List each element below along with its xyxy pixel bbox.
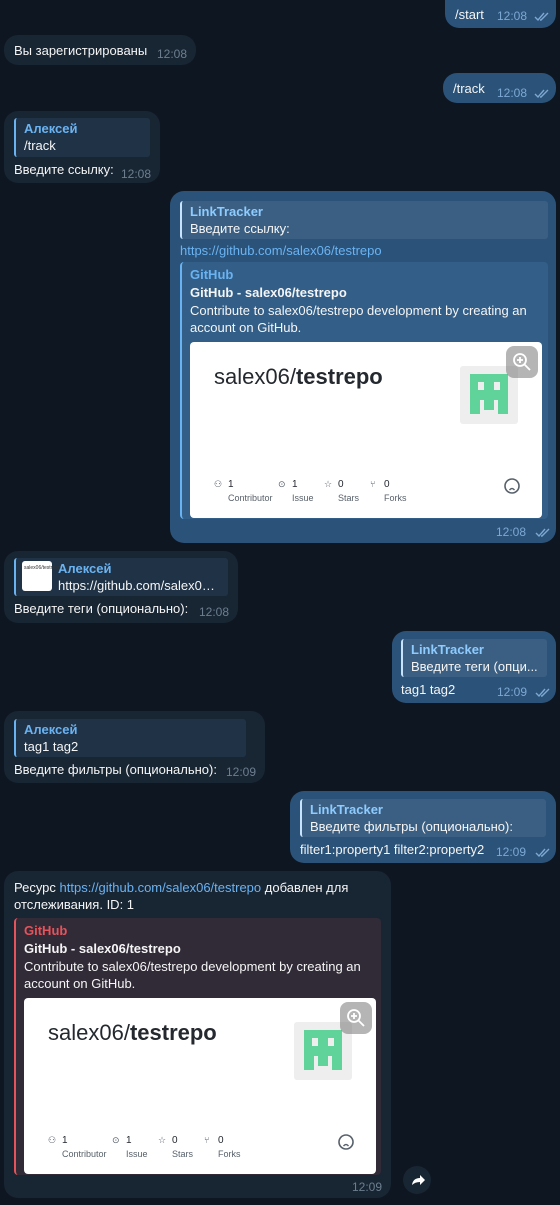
reply-text: Введите теги (опци... [411,659,538,674]
reply-author: Алексей [24,121,78,136]
reply-quote[interactable]: LinkTracker Введите теги (опци... [401,639,547,677]
reply-text: /track [24,138,56,153]
preview-title: GitHub - salex06/testrepo [24,941,181,956]
preview-site-name: GitHub [190,267,234,282]
message-time: 12:09 [226,765,257,779]
zoom-icon[interactable] [340,1002,372,1034]
fork-icon: ⑂ [370,479,376,489]
read-ticks-icon [534,89,549,99]
message-tags[interactable]: LinkTracker Введите теги (опци... tag1 t… [392,631,556,703]
message-time: 12:08 [121,167,152,181]
stat-issues: ⊙ 1 Issue [278,479,314,503]
message-text: /track [453,81,485,96]
message-text-line2: отслеживания. ID: 1 [14,897,135,912]
read-ticks-icon [534,12,549,22]
message-registered[interactable]: Вы зарегистрированы 12:08 [4,35,196,65]
github-icon [504,478,520,494]
card-repo-name: salex06/testrepo [48,1020,217,1045]
reply-quote[interactable]: LinkTracker Введите ссылку: [180,201,548,239]
reply-author: Алексей [58,561,112,576]
reply-quote[interactable]: LinkTracker Введите фильтры (опционально… [300,799,546,837]
message-resource-added[interactable]: Ресурс https://github.com/salex06/testre… [4,871,391,1198]
stat-issues: ⊙ 1 Issue [112,1135,148,1159]
preview-title: GitHub - salex06/testrepo [190,285,347,300]
message-time: 12:09 [497,685,528,699]
message-text: Введите теги (опционально): [14,601,189,616]
people-icon: ⚇ [214,479,223,489]
reply-quote[interactable]: Алексей /track [14,118,150,157]
card-repo-name: salex06/testrepo [214,364,383,389]
stat-contributors: ⚇ 1 Contributor [48,1135,107,1159]
stat-stars: ☆ 0 Stars [324,479,360,503]
stat-forks: ⑂ 0 Forks [204,1135,241,1159]
people-icon: ⚇ [48,1135,57,1145]
reply-author: LinkTracker [411,642,484,657]
stat-contributors: ⚇ 1 Contributor [214,479,273,503]
message-enter-link[interactable]: Алексей /track Введите ссылку: 12:08 [4,111,160,183]
issue-icon: ⊙ [278,479,286,489]
stat-forks: ⑂ 0 Forks [370,479,407,503]
link-preview[interactable]: GitHub GitHub - salex06/testrepo Contrib… [14,918,381,1175]
message-text: /start [455,7,484,22]
reply-quote[interactable]: salex06/testrepo Алексей https://github.… [14,558,228,596]
reply-text: https://github.com/salex06/t... [58,578,220,593]
link-preview[interactable]: GitHub GitHub - salex06/testrepo Contrib… [180,262,548,519]
issue-icon: ⊙ [112,1135,120,1145]
reply-author: LinkTracker [190,204,263,219]
preview-description: account on GitHub. [190,320,302,335]
reply-quote[interactable]: Алексей tag1 tag2 [14,719,246,757]
message-time: 12:08 [496,525,527,539]
read-ticks-icon [535,848,550,858]
preview-image[interactable]: salex06/testrepo ⚇ 1 Contributor ⊙ 1 Issue ☆… [190,342,542,518]
preview-site-name: GitHub [24,923,68,938]
message-text: Ресурс https://github.com/salex06/testre… [14,880,349,895]
message-text: Введите фильтры (опционально): [14,762,217,777]
message-time: 12:08 [497,86,528,100]
forward-icon [412,1175,425,1185]
message-track[interactable]: /track 12:08 [443,73,556,103]
message-link[interactable]: https://github.com/salex06/testrepo [60,880,262,895]
forward-button[interactable] [403,1166,431,1194]
preview-description: Contribute to salex06/testrepo developme… [24,959,361,974]
star-icon: ☆ [324,479,333,489]
fork-icon: ⑂ [204,1135,210,1145]
message-text: Вы зарегистрированы [14,43,148,58]
message-filters[interactable]: LinkTracker Введите фильтры (опционально… [290,791,556,863]
message-enter-tags[interactable]: salex06/testrepo Алексей https://github.… [4,551,238,623]
reply-thumbnail: salex06/testrepo [22,561,61,591]
reply-author: Алексей [24,722,78,737]
message-time: 12:08 [199,605,230,619]
message-start[interactable]: /start 12:08 [445,0,556,28]
reply-text: Введите ссылку: [190,221,290,236]
preview-image[interactable]: salex06/testrepo ⚇ 1 Contributor ⊙ 1 Issue ☆… [24,998,376,1174]
preview-description: Contribute to salex06/testrepo developme… [190,303,527,318]
message-time: 12:08 [157,47,188,61]
message-enter-filters[interactable]: Алексей tag1 tag2 Введите фильтры (опцио… [4,711,265,783]
read-ticks-icon [535,528,550,538]
star-icon: ☆ [158,1135,167,1145]
stat-stars: ☆ 0 Stars [158,1135,194,1159]
message-link-sent[interactable]: LinkTracker Введите ссылку: https://gith… [170,191,556,543]
reply-text: Введите фильтры (опционально): [310,819,513,834]
message-time: 12:09 [496,845,527,859]
preview-description: account on GitHub. [24,976,136,991]
reply-author: LinkTracker [310,802,383,817]
github-icon [338,1134,354,1150]
message-time: 12:08 [497,9,528,23]
message-link[interactable]: https://github.com/salex06/testrepo [180,242,546,259]
reply-text: tag1 tag2 [24,739,79,754]
message-time: 12:09 [352,1180,383,1194]
zoom-icon[interactable] [506,346,538,378]
read-ticks-icon [535,688,550,698]
